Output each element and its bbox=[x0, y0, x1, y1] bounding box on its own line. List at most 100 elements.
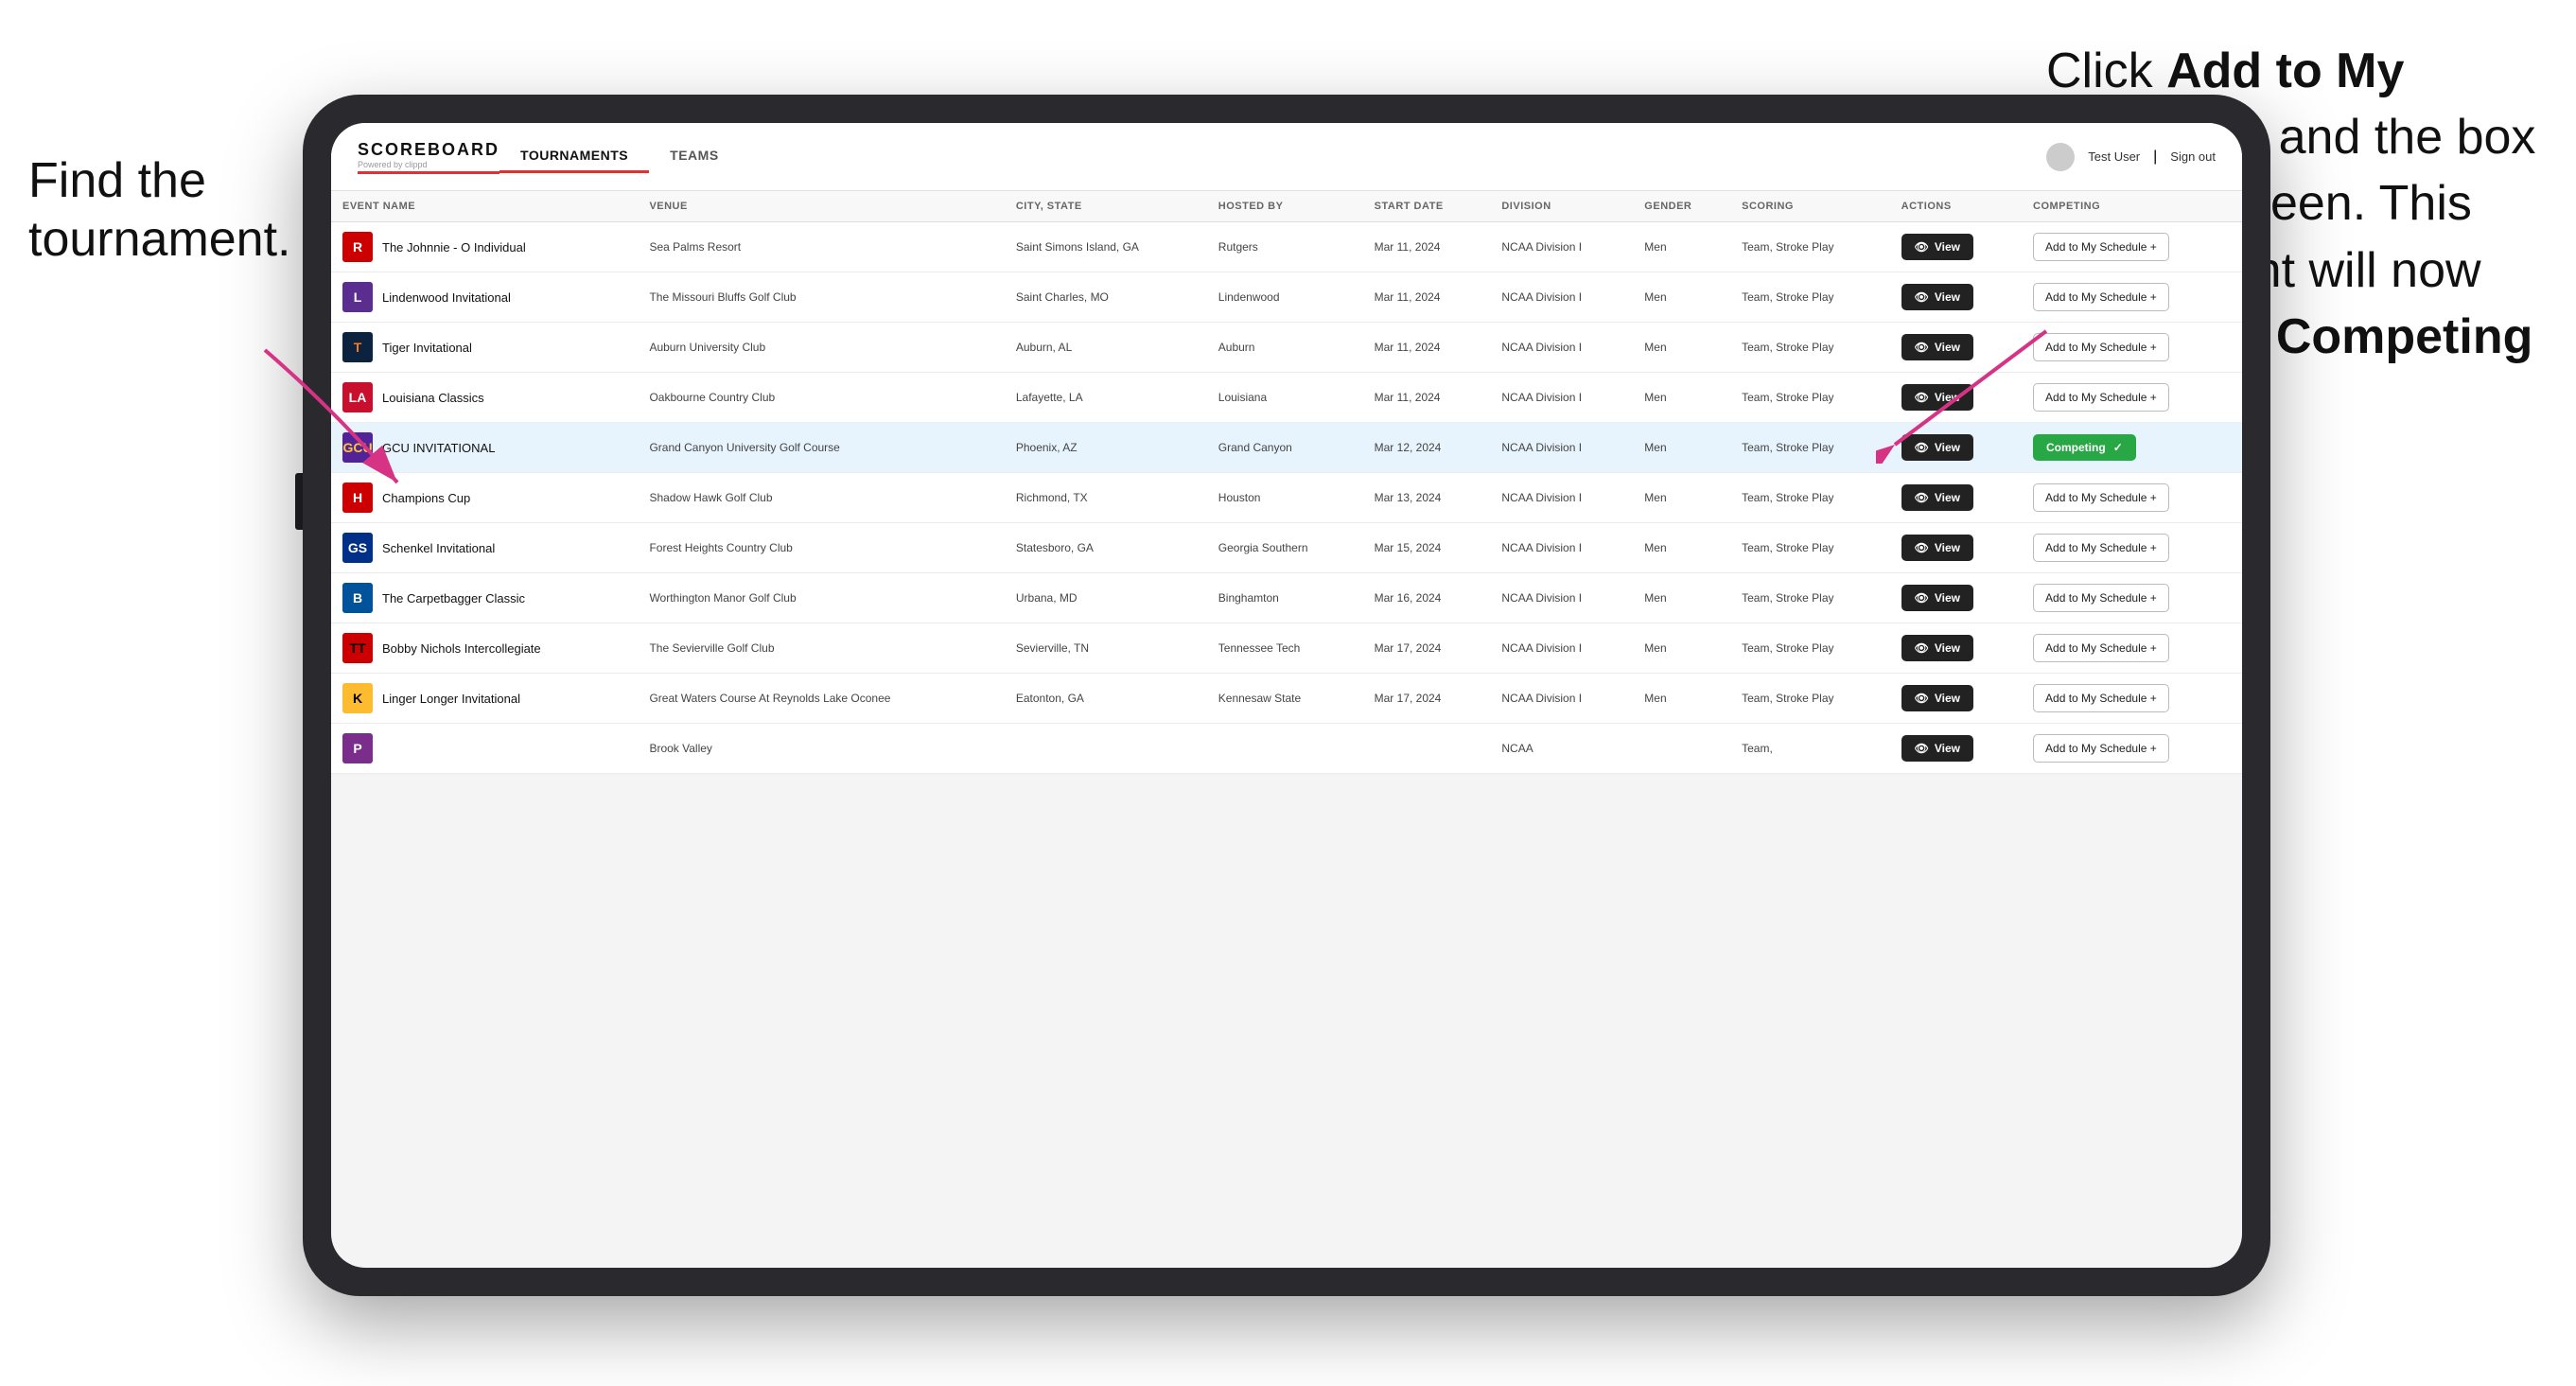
venue-cell: The Sevierville Golf Club bbox=[638, 623, 1004, 674]
add-to-schedule-button[interactable]: Add to My Schedule + bbox=[2033, 634, 2169, 662]
city-state-cell: Richmond, TX bbox=[1005, 473, 1207, 523]
hosted-by-cell: Auburn bbox=[1207, 323, 1363, 373]
team-logo: TT bbox=[342, 633, 373, 663]
event-name: Champions Cup bbox=[382, 491, 470, 505]
gender-cell: Men bbox=[1633, 573, 1730, 623]
venue-cell: The Missouri Bluffs Golf Club bbox=[638, 272, 1004, 323]
sign-out-link[interactable]: Sign out bbox=[2170, 149, 2216, 164]
eye-icon: 👁 bbox=[1915, 491, 1929, 504]
scoring-cell: Team, Stroke Play bbox=[1730, 272, 1890, 323]
event-name: The Carpetbagger Classic bbox=[382, 591, 525, 605]
view-button[interactable]: 👁 View bbox=[1901, 384, 1973, 411]
hosted-by-cell: Grand Canyon bbox=[1207, 423, 1363, 473]
scoring-cell: Team, Stroke Play bbox=[1730, 523, 1890, 573]
hosted-by-cell: Kennesaw State bbox=[1207, 674, 1363, 724]
competing-cell: Add to My Schedule + bbox=[2022, 573, 2242, 623]
scoring-cell: Team, Stroke Play bbox=[1730, 222, 1890, 272]
col-actions: ACTIONS bbox=[1890, 191, 2022, 222]
nav-tabs: TOURNAMENTS TEAMS bbox=[499, 140, 2046, 173]
add-to-schedule-button[interactable]: Add to My Schedule + bbox=[2033, 383, 2169, 412]
add-to-schedule-button[interactable]: Add to My Schedule + bbox=[2033, 584, 2169, 612]
event-name: Linger Longer Invitational bbox=[382, 692, 520, 706]
team-logo: GS bbox=[342, 533, 373, 563]
division-cell: NCAA Division I bbox=[1490, 272, 1633, 323]
view-button[interactable]: 👁 View bbox=[1901, 484, 1973, 511]
city-state-cell: Sevierville, TN bbox=[1005, 623, 1207, 674]
start-date-cell: Mar 15, 2024 bbox=[1363, 523, 1491, 573]
view-button[interactable]: 👁 View bbox=[1901, 735, 1973, 762]
logo-text: SCOREBOARD bbox=[358, 140, 499, 160]
col-city-state: CITY, STATE bbox=[1005, 191, 1207, 222]
view-button[interactable]: 👁 View bbox=[1901, 334, 1973, 360]
header-right: Test User | Sign out bbox=[2046, 143, 2216, 171]
gender-cell: Men bbox=[1633, 523, 1730, 573]
add-to-schedule-button[interactable]: Add to My Schedule + bbox=[2033, 333, 2169, 361]
competing-cell: Competing ✓ bbox=[2022, 423, 2242, 473]
competing-cell: Add to My Schedule + bbox=[2022, 674, 2242, 724]
add-to-schedule-button[interactable]: Add to My Schedule + bbox=[2033, 283, 2169, 311]
competing-cell: Add to My Schedule + bbox=[2022, 272, 2242, 323]
add-to-schedule-button[interactable]: Add to My Schedule + bbox=[2033, 684, 2169, 712]
view-button[interactable]: 👁 View bbox=[1901, 585, 1973, 611]
logo-sub: Powered by clippd bbox=[358, 160, 499, 169]
gender-cell: Men bbox=[1633, 222, 1730, 272]
eye-icon: 👁 bbox=[1915, 290, 1929, 304]
event-name: Schenkel Invitational bbox=[382, 541, 495, 555]
team-logo: P bbox=[342, 733, 373, 763]
table-row: H Champions Cup Shadow Hawk Golf ClubRic… bbox=[331, 473, 2242, 523]
col-scoring: SCORING bbox=[1730, 191, 1890, 222]
table-row: P Brook ValleyNCAATeam, 👁 View Add to My… bbox=[331, 724, 2242, 774]
competing-button[interactable]: Competing ✓ bbox=[2033, 434, 2136, 461]
city-state-cell bbox=[1005, 724, 1207, 774]
view-button[interactable]: 👁 View bbox=[1901, 635, 1973, 661]
actions-cell: 👁 View bbox=[1890, 323, 2022, 373]
city-state-cell: Saint Charles, MO bbox=[1005, 272, 1207, 323]
hosted-by-cell: Binghamton bbox=[1207, 573, 1363, 623]
gender-cell: Men bbox=[1633, 623, 1730, 674]
nav-tab-teams[interactable]: TEAMS bbox=[649, 140, 740, 173]
event-name-cell-8: B The Carpetbagger Classic bbox=[331, 573, 638, 623]
actions-cell: 👁 View bbox=[1890, 473, 2022, 523]
tablet-frame: SCOREBOARD Powered by clippd TOURNAMENTS… bbox=[303, 95, 2270, 1296]
table-row: T Tiger Invitational Auburn University C… bbox=[331, 323, 2242, 373]
division-cell: NCAA Division I bbox=[1490, 623, 1633, 674]
gender-cell: Men bbox=[1633, 373, 1730, 423]
scoring-cell: Team, bbox=[1730, 724, 1890, 774]
nav-tab-tournaments[interactable]: TOURNAMENTS bbox=[499, 140, 649, 173]
view-button[interactable]: 👁 View bbox=[1901, 284, 1973, 310]
view-button[interactable]: 👁 View bbox=[1901, 434, 1973, 461]
venue-cell: Worthington Manor Golf Club bbox=[638, 573, 1004, 623]
col-division: DIVISION bbox=[1490, 191, 1633, 222]
event-name: Bobby Nichols Intercollegiate bbox=[382, 641, 541, 656]
add-to-schedule-button[interactable]: Add to My Schedule + bbox=[2033, 534, 2169, 562]
logo-red-bar bbox=[358, 171, 499, 174]
add-to-schedule-button[interactable]: Add to My Schedule + bbox=[2033, 233, 2169, 261]
view-button[interactable]: 👁 View bbox=[1901, 234, 1973, 260]
table-row: GCU GCU INVITATIONAL Grand Canyon Univer… bbox=[331, 423, 2242, 473]
gender-cell: Men bbox=[1633, 423, 1730, 473]
table-row: R The Johnnie - O Individual Sea Palms R… bbox=[331, 222, 2242, 272]
city-state-cell: Eatonton, GA bbox=[1005, 674, 1207, 724]
app-header: SCOREBOARD Powered by clippd TOURNAMENTS… bbox=[331, 123, 2242, 191]
separator: | bbox=[2153, 149, 2157, 166]
view-button[interactable]: 👁 View bbox=[1901, 685, 1973, 711]
scoring-cell: Team, Stroke Play bbox=[1730, 423, 1890, 473]
table-row: LA Louisiana Classics Oakbourne Country … bbox=[331, 373, 2242, 423]
venue-cell: Oakbourne Country Club bbox=[638, 373, 1004, 423]
table-row: TT Bobby Nichols Intercollegiate The Sev… bbox=[331, 623, 2242, 674]
scoring-cell: Team, Stroke Play bbox=[1730, 373, 1890, 423]
col-start-date: START DATE bbox=[1363, 191, 1491, 222]
add-to-schedule-button[interactable]: Add to My Schedule + bbox=[2033, 734, 2169, 763]
start-date-cell: Mar 17, 2024 bbox=[1363, 623, 1491, 674]
division-cell: NCAA Division I bbox=[1490, 573, 1633, 623]
competing-cell: Add to My Schedule + bbox=[2022, 473, 2242, 523]
city-state-cell: Phoenix, AZ bbox=[1005, 423, 1207, 473]
team-logo: GCU bbox=[342, 432, 373, 463]
view-button[interactable]: 👁 View bbox=[1901, 535, 1973, 561]
add-to-schedule-button[interactable]: Add to My Schedule + bbox=[2033, 483, 2169, 512]
team-logo: L bbox=[342, 282, 373, 312]
division-cell: NCAA Division I bbox=[1490, 222, 1633, 272]
eye-icon: 👁 bbox=[1915, 641, 1929, 655]
left-annotation-line2: tournament. bbox=[28, 212, 291, 267]
actions-cell: 👁 View bbox=[1890, 573, 2022, 623]
